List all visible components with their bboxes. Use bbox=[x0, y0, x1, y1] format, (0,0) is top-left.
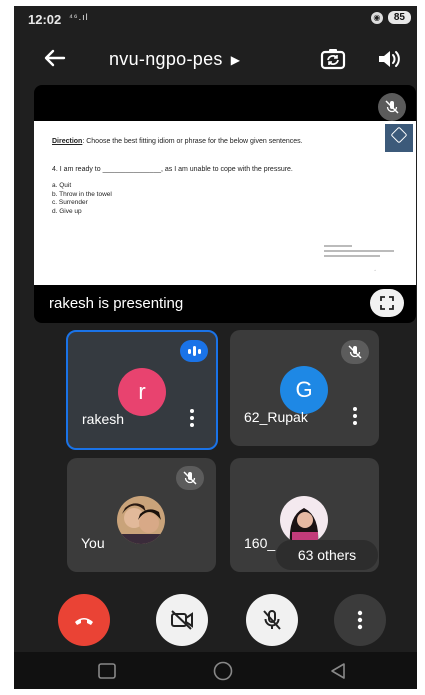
slide-footer bbox=[324, 245, 394, 260]
participant-name: 160_ bbox=[244, 535, 276, 551]
mic-off-icon bbox=[176, 466, 204, 490]
avatar: r bbox=[118, 368, 166, 416]
slide-option: d. Give up bbox=[52, 207, 82, 215]
more-options-button[interactable] bbox=[334, 594, 386, 646]
fullscreen-icon bbox=[380, 296, 394, 310]
switch-camera-icon[interactable] bbox=[318, 44, 348, 74]
mic-off-icon bbox=[341, 340, 369, 364]
camera-toggle-button[interactable] bbox=[156, 594, 208, 646]
participant-tile-you[interactable]: You bbox=[67, 458, 216, 572]
participant-tile-rakesh[interactable]: r rakesh bbox=[66, 330, 218, 450]
meeting-code: nvu-ngpo-pes bbox=[109, 49, 223, 69]
others-count-chip[interactable]: 63 others bbox=[276, 540, 378, 570]
mic-off-icon bbox=[378, 93, 406, 121]
mic-toggle-button[interactable] bbox=[246, 594, 298, 646]
mic-off-icon bbox=[263, 610, 281, 630]
shared-slide: Direction: Choose the best fitting idiom… bbox=[34, 121, 416, 285]
avatar: G bbox=[280, 366, 328, 414]
participant-name: rakesh bbox=[82, 411, 125, 427]
meeting-title[interactable]: nvu-ngpo-pes ▶ bbox=[109, 49, 240, 70]
back-nav-icon[interactable] bbox=[329, 662, 347, 680]
system-nav-bar bbox=[14, 652, 417, 689]
avatar-photo bbox=[117, 496, 165, 544]
fullscreen-button[interactable] bbox=[370, 289, 404, 317]
more-vert-icon[interactable] bbox=[351, 407, 359, 427]
slide-option: c. Surrender bbox=[52, 199, 88, 206]
slide-page-marker: ◦ bbox=[374, 268, 376, 274]
slide-direction: Direction: Choose the best fitting idiom… bbox=[52, 138, 303, 145]
alarm-icon: ◉ bbox=[370, 11, 383, 24]
caret-right-icon: ▶ bbox=[230, 52, 241, 67]
signal-icon: ⁴⁶.ıl bbox=[69, 12, 89, 22]
status-time: 12:02 bbox=[28, 12, 62, 27]
slide-option: a. Quit bbox=[52, 182, 72, 189]
camera-off-icon bbox=[171, 610, 193, 630]
participant-name: 62_Rupak bbox=[244, 409, 308, 425]
slide-options: a. Quit b. Throw in the towel c. Surrend… bbox=[52, 182, 112, 216]
home-icon[interactable] bbox=[213, 661, 233, 681]
battery-badge: 85 bbox=[387, 11, 411, 24]
slide-logo bbox=[385, 124, 413, 152]
participant-tile-62-rupak[interactable]: G 62_Rupak bbox=[230, 330, 379, 446]
speaker-icon[interactable] bbox=[374, 44, 404, 74]
meeting-header: nvu-ngpo-pes ▶ bbox=[14, 36, 417, 82]
more-options-icon bbox=[357, 610, 363, 630]
recents-icon[interactable] bbox=[98, 663, 116, 679]
end-call-button[interactable] bbox=[58, 594, 110, 646]
slide-option: b. Throw in the towel bbox=[52, 190, 112, 198]
phone-screen: 12:02 ⁴⁶.ıl ◉ 85 nvu-ngpo-pes ▶ Directio… bbox=[14, 6, 417, 689]
end-call-icon bbox=[75, 618, 93, 625]
more-vert-icon[interactable] bbox=[188, 409, 196, 429]
participant-name: You bbox=[81, 535, 105, 551]
slide-question: 4. I am ready to _______________, as I a… bbox=[52, 166, 293, 173]
back-arrow-icon[interactable] bbox=[40, 43, 70, 73]
avatar-photo bbox=[280, 496, 328, 544]
presenting-caption: rakesh is presenting bbox=[49, 295, 184, 312]
speaking-indicator-icon bbox=[180, 340, 208, 362]
status-bar: 12:02 ⁴⁶.ıl ◉ 85 bbox=[14, 6, 417, 32]
presentation-panel[interactable]: Direction: Choose the best fitting idiom… bbox=[34, 85, 416, 323]
